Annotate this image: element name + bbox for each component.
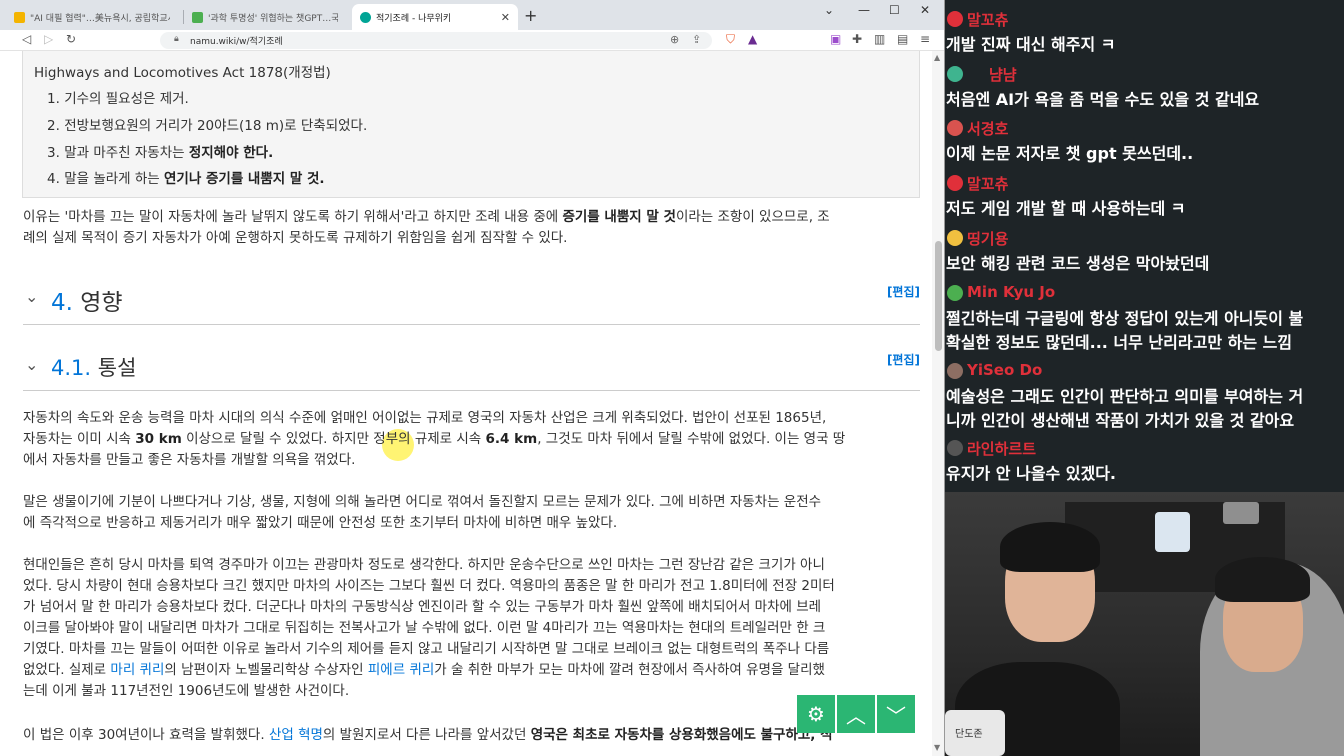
reason-paragraph: 이유는 '마차를 끄는 말이 자동차에 놀라 날뛰지 않도록 하기 위해서'라고… xyxy=(23,209,830,246)
scrollbar-thumb[interactable] xyxy=(935,241,942,351)
reload-icon[interactable]: ↻ xyxy=(66,32,76,46)
tab-search-icon[interactable]: ⌄ xyxy=(824,3,834,17)
avatar xyxy=(947,175,963,191)
zoom-icon[interactable]: ⊕ xyxy=(670,33,679,46)
tab-favicon-icon xyxy=(14,11,25,23)
tab-favicon-icon xyxy=(360,11,371,23)
lock-icon: 🔒︎ xyxy=(174,34,179,44)
tab-namuwiki[interactable]: 적기조례 - 나무위키 ✕ xyxy=(352,4,518,30)
extensions-puzzle-icon[interactable]: ✚ xyxy=(852,32,862,46)
page-scrollbar[interactable]: ▲ ▼ xyxy=(932,51,944,756)
rewards-icon[interactable]: ▲ xyxy=(748,32,757,46)
avatar xyxy=(947,363,963,379)
tab-bar: "AI 대필 협력"…美뉴욕시, 공립학교서 '과학 투명성' 위협하는 챗GP… xyxy=(0,0,944,30)
section-heading-4: ⌄ 4. 영향 [편집] xyxy=(23,275,920,325)
maximize-button[interactable]: ☐ xyxy=(889,3,900,17)
browser-window: "AI 대필 협력"…美뉴욕시, 공립학교서 '과학 투명성' 위협하는 챗GP… xyxy=(0,0,945,756)
avatar xyxy=(947,440,963,456)
tab-news-2[interactable]: '과학 투명성' 위협하는 챗GPT…국제 xyxy=(184,4,346,30)
paragraph-2: 말은 생물이기에 기분이 나쁘다거나 기상, 생물, 지형에 의해 놀라면 어디… xyxy=(23,494,822,531)
quote-title: Highways and Locomotives Act 1878(개정법) xyxy=(34,65,331,81)
collapse-chevron-icon[interactable]: ⌄ xyxy=(25,287,38,306)
edit-link[interactable]: [편집] xyxy=(887,283,920,300)
menu-icon[interactable]: ≡ xyxy=(920,32,930,46)
avatar xyxy=(947,285,963,301)
link-marie-curie[interactable]: 마리 퀴리 xyxy=(110,662,164,678)
extension-m-icon[interactable]: ▣ xyxy=(830,32,841,46)
stream-chat: 말꼬츄 개발 진짜 대신 해주지 ㅋ 냠냠 처음엔 AI가 욕을 좀 먹을 수도… xyxy=(945,0,1344,492)
avatar xyxy=(947,120,963,136)
new-tab-button[interactable]: + xyxy=(524,6,537,25)
list-item: 4. 말을 놀라게 하는 연기나 증기를 내뿜지 말 것. xyxy=(47,171,325,187)
sidebar-icon[interactable]: ▥ xyxy=(874,32,885,46)
close-window-button[interactable]: ✕ xyxy=(920,3,930,17)
paragraph-4: 이 법은 이후 30여년이나 효력을 발휘했다. 산업 혁명의 발원지로서 다른… xyxy=(23,727,833,743)
link-pierre-curie[interactable]: 피에르 퀴리 xyxy=(368,662,434,678)
avatar xyxy=(947,66,963,82)
page-content: Highways and Locomotives Act 1878(개정법) 1… xyxy=(0,51,932,756)
brave-shield-icon[interactable]: ⛉ xyxy=(726,32,735,47)
back-icon[interactable]: ◁ xyxy=(22,32,31,46)
settings-gear-icon[interactable]: ⚙ xyxy=(797,695,835,733)
list-item: 1. 기수의 필요성은 제거. xyxy=(47,91,189,107)
edit-link[interactable]: [편집] xyxy=(887,351,920,368)
browser-toolbar: ◁ ▷ ↻ ⊓ 🔒︎ namu.wiki/w/적기조례 ⊕ ⇪ ⛉ ▲ ▣ ✚ … xyxy=(0,30,944,51)
minimize-button[interactable]: — xyxy=(858,3,870,17)
collapse-chevron-icon[interactable]: ⌄ xyxy=(25,355,38,374)
list-item: 3. 말과 마주친 자동차는 정지해야 한다. xyxy=(47,145,274,161)
floating-controls: ⚙ ︿ ﹀ xyxy=(797,695,915,733)
avatar xyxy=(947,230,963,246)
link-industrial-revolution[interactable]: 산업 혁명 xyxy=(269,727,323,743)
share-icon[interactable]: ⇪ xyxy=(692,33,701,46)
streamer-right xyxy=(1185,532,1344,756)
section-heading-4-1: ⌄ 4.1. 통설 [편집] xyxy=(23,345,920,391)
address-bar[interactable]: 🔒︎ namu.wiki/w/적기조례 ⊕ ⇪ xyxy=(160,32,712,49)
scroll-down-icon[interactable]: ﹀ xyxy=(877,695,915,733)
paragraph-3: 현대인들은 흔히 당시 마차를 퇴역 경주마가 이끄는 관광마차 정도로 생각한… xyxy=(23,557,835,699)
avatar xyxy=(947,11,963,27)
tab-news-1[interactable]: "AI 대필 협력"…美뉴욕시, 공립학교서 xyxy=(6,4,178,30)
act-quote-box: Highways and Locomotives Act 1878(개정법) 1… xyxy=(22,51,920,198)
scroll-up-icon[interactable]: ︿ xyxy=(837,695,875,733)
monitor-image xyxy=(1223,502,1259,524)
mug: 단도존 xyxy=(945,710,1005,756)
paragraph-1: 자동차의 속도와 운송 능력을 마차 시대의 의식 수준에 얽매인 어이없는 규… xyxy=(23,410,846,468)
webcam-view: 단도존 xyxy=(945,492,1344,756)
wallet-icon[interactable]: ▤ xyxy=(897,32,908,46)
list-item: 2. 전방보행요원의 거리가 20야드(18 m)로 단축되었다. xyxy=(47,118,368,134)
tab-close-icon[interactable]: ✕ xyxy=(501,11,510,24)
tab-favicon-icon xyxy=(192,11,203,23)
forward-icon[interactable]: ▷ xyxy=(44,32,53,46)
